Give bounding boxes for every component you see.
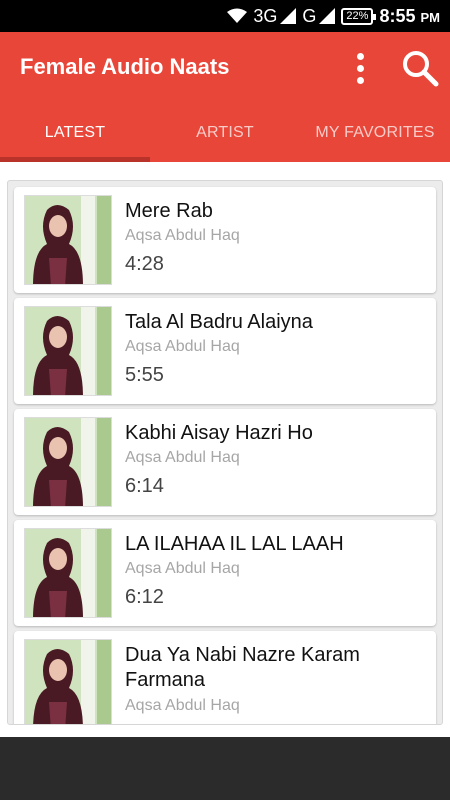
song-title: Kabhi Aisay Hazri Ho [125, 422, 313, 444]
song-duration: 6:14 [125, 475, 164, 497]
song-duration: 6:12 [125, 586, 164, 608]
song-item[interactable]: Dua Ya Nabi Nazre Karam Farmana Aqsa Abd… [14, 631, 436, 724]
network-g-label: G [302, 5, 317, 26]
song-duration: 4:28 [125, 253, 164, 275]
battery-indicator: 22% [341, 7, 377, 25]
content-area: Mere Rab Aqsa Abdul Haq 4:28 Tala Al Bad… [0, 162, 450, 737]
clock: 8:55 PM [379, 6, 440, 27]
wifi-icon [227, 8, 248, 24]
song-title: Mere Rab [125, 200, 213, 222]
network-3g-label: 3G [253, 5, 278, 26]
song-artist: Aqsa Abdul Haq [125, 697, 240, 714]
network-3g-indicator: 3G [253, 5, 297, 27]
song-thumbnail [24, 306, 112, 396]
status-bar: 3G G 22% 8:55 PM [0, 0, 450, 32]
song-item[interactable]: Mere Rab Aqsa Abdul Haq 4:28 [14, 187, 436, 293]
song-list[interactable]: Mere Rab Aqsa Abdul Haq 4:28 Tala Al Bad… [7, 180, 443, 725]
more-vert-icon[interactable] [347, 48, 373, 88]
app-title: Female Audio Naats [20, 54, 230, 79]
clock-time: 8:55 [379, 5, 416, 26]
navigation-bar [0, 737, 450, 800]
song-artist: Aqsa Abdul Haq [125, 560, 240, 577]
tab-my-favorites[interactable]: MY FAVORITES [300, 116, 450, 162]
song-item[interactable]: LA ILAHAA IL LAL LAAH Aqsa Abdul Haq 6:1… [14, 520, 436, 626]
song-item[interactable]: Tala Al Badru Alaiyna Aqsa Abdul Haq 5:5… [14, 298, 436, 404]
song-thumbnail [24, 528, 112, 618]
song-title: LA ILAHAA IL LAL LAAH [125, 533, 344, 555]
song-artist: Aqsa Abdul Haq [125, 227, 240, 244]
app-bar: Female Audio Naats LATEST ARTIST MY FAVO… [0, 32, 450, 162]
song-title: Tala Al Badru Alaiyna [125, 311, 313, 333]
tab-latest[interactable]: LATEST [0, 116, 150, 162]
signal-icon [319, 8, 336, 24]
clock-ampm: PM [420, 9, 441, 25]
tab-artist[interactable]: ARTIST [150, 116, 300, 162]
song-duration: 5:55 [125, 364, 164, 386]
tab-bar: LATEST ARTIST MY FAVORITES [0, 116, 450, 162]
song-artist: Aqsa Abdul Haq [125, 449, 240, 466]
signal-icon [280, 8, 297, 24]
song-item[interactable]: Kabhi Aisay Hazri Ho Aqsa Abdul Haq 6:14 [14, 409, 436, 515]
search-icon[interactable] [400, 48, 440, 88]
song-thumbnail [24, 417, 112, 507]
song-thumbnail [24, 639, 112, 724]
song-artist: Aqsa Abdul Haq [125, 338, 240, 355]
network-g-indicator: G [302, 5, 336, 27]
song-thumbnail [24, 195, 112, 285]
song-title: Dua Ya Nabi Nazre Karam Farmana [125, 644, 360, 691]
